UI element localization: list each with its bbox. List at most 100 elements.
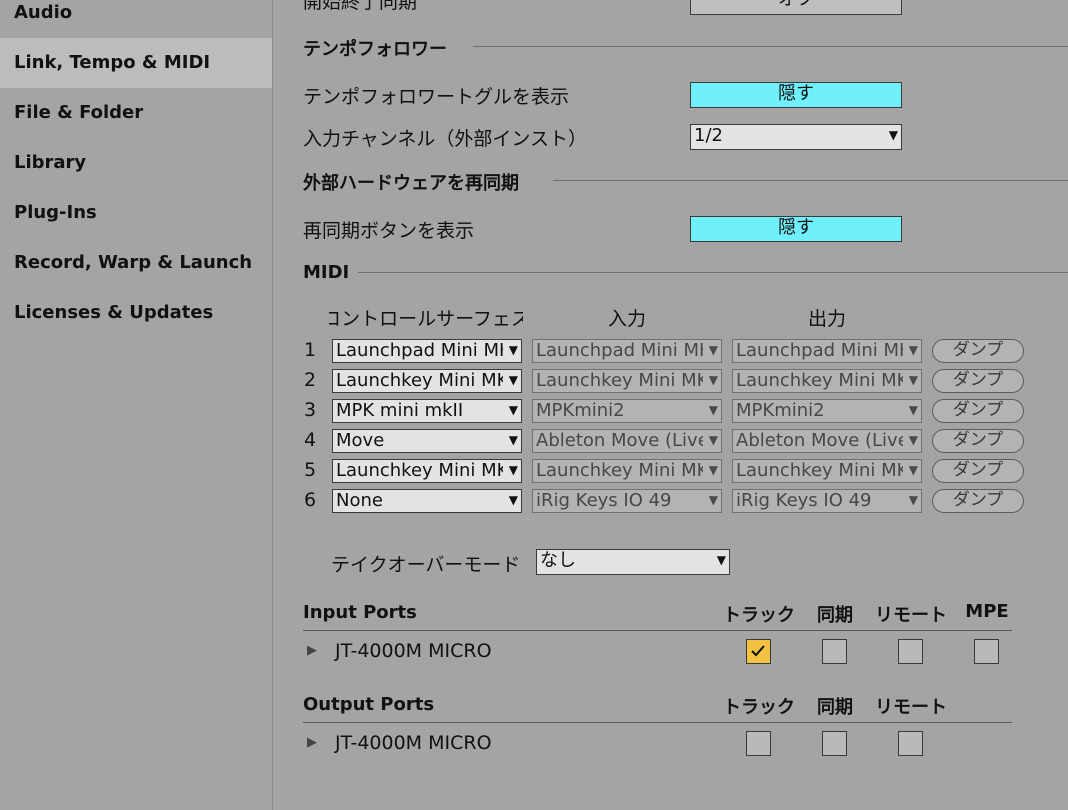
midi-input-select[interactable]: Launchkey Mini MK3 ▼ bbox=[532, 459, 722, 483]
midi-output-select[interactable]: MPKmini2 ▼ bbox=[732, 399, 922, 423]
input-remote-column-label: リモート bbox=[875, 605, 947, 626]
dump-button[interactable]: ダンプ bbox=[932, 339, 1024, 363]
section-divider bbox=[473, 46, 1068, 47]
chevron-down-icon: ▼ bbox=[708, 463, 718, 477]
expand-triangle-icon[interactable]: ▶ bbox=[307, 735, 317, 750]
preferences-main-panel: 開始終了同期 オフ テンポフォロワー テンポフォロワートグルを表示 隠す 入力チ… bbox=[273, 0, 1068, 810]
control-surface-select[interactable]: None ▼ bbox=[332, 489, 522, 513]
input-port-remote-checkbox[interactable] bbox=[898, 639, 923, 664]
input-channel-label: 入力チャンネル（外部インスト） bbox=[303, 128, 588, 150]
sidebar-item-plug-ins[interactable]: Plug-Ins bbox=[0, 188, 272, 238]
resync-section-title: 外部ハードウェアを再同期 bbox=[303, 173, 519, 194]
input-ports-divider bbox=[303, 630, 1012, 631]
midi-input-select[interactable]: Launchkey Mini MK3 ▼ bbox=[532, 369, 722, 393]
midi-output-select[interactable]: iRig Keys IO 49 ▼ bbox=[732, 489, 922, 513]
control-surface-select[interactable]: Launchkey Mini MK3 ▼ bbox=[332, 369, 522, 393]
takeover-mode-select[interactable]: なし ▼ bbox=[536, 549, 730, 575]
output-remote-column-label: リモート bbox=[875, 697, 947, 718]
midi-input-value: Launchkey Mini MK3 bbox=[536, 460, 703, 481]
control-surface-value: Move bbox=[336, 430, 385, 451]
sidebar-item-audio[interactable]: Audio bbox=[0, 0, 272, 38]
midi-section-title: MIDI bbox=[303, 262, 350, 283]
midi-output-column-header: 出力 bbox=[807, 308, 846, 330]
dump-button[interactable]: ダンプ bbox=[932, 489, 1024, 513]
output-port-track-checkbox[interactable] bbox=[746, 731, 771, 756]
resync-button-label: 再同期ボタンを表示 bbox=[303, 220, 475, 242]
output-ports-header: Output Ports bbox=[303, 694, 435, 715]
midi-output-select[interactable]: Ableton Move (Live) ▼ bbox=[732, 429, 922, 453]
midi-input-select[interactable]: MPKmini2 ▼ bbox=[532, 399, 722, 423]
takeover-mode-label: テイクオーバーモード bbox=[331, 554, 521, 576]
midi-output-select[interactable]: Launchkey Mini MK3 ▼ bbox=[732, 459, 922, 483]
control-surface-select[interactable]: Move ▼ bbox=[332, 429, 522, 453]
chevron-down-icon: ▼ bbox=[716, 553, 726, 567]
control-surface-select[interactable]: Launchpad Mini MK3 ▼ bbox=[332, 339, 522, 363]
midi-input-column-header: 入力 bbox=[607, 308, 646, 330]
midi-input-value: Launchkey Mini MK3 bbox=[536, 370, 703, 391]
input-port-mpe-checkbox[interactable] bbox=[974, 639, 999, 664]
control-surface-select[interactable]: Launchkey Mini MK3 ▼ bbox=[332, 459, 522, 483]
input-channel-select[interactable]: 1/2 ▼ bbox=[690, 124, 902, 150]
input-port-track-checkbox[interactable] bbox=[746, 639, 771, 664]
chevron-down-icon: ▼ bbox=[708, 403, 718, 417]
input-port-name: JT-4000M MICRO bbox=[335, 640, 492, 662]
midi-input-value: iRig Keys IO 49 bbox=[536, 490, 672, 511]
start-stop-sync-toggle[interactable]: オフ bbox=[690, 0, 902, 15]
dump-button[interactable]: ダンプ bbox=[932, 399, 1024, 423]
chevron-down-icon: ▼ bbox=[508, 433, 518, 447]
midi-input-select[interactable]: iRig Keys IO 49 ▼ bbox=[532, 489, 722, 513]
tempo-follower-section-title: テンポフォロワー bbox=[303, 39, 447, 60]
dump-button[interactable]: ダンプ bbox=[932, 429, 1024, 453]
midi-output-value: Launchkey Mini MK3 bbox=[736, 460, 903, 481]
chevron-down-icon: ▼ bbox=[508, 493, 518, 507]
takeover-mode-value: なし bbox=[540, 550, 576, 571]
start-stop-sync-label: 開始終了同期 bbox=[303, 0, 418, 13]
output-sync-column-label: 同期 bbox=[817, 697, 853, 718]
midi-output-select[interactable]: Launchpad Mini MK3 ▼ bbox=[732, 339, 922, 363]
dump-button[interactable]: ダンプ bbox=[932, 369, 1024, 393]
checkmark-icon bbox=[751, 645, 765, 657]
chevron-down-icon: ▼ bbox=[708, 493, 718, 507]
control-surface-column-header: コントロールサーフェス bbox=[329, 308, 523, 330]
section-divider bbox=[358, 272, 1068, 273]
output-ports-divider bbox=[303, 722, 1012, 723]
control-surface-select[interactable]: MPK mini mkII ▼ bbox=[332, 399, 522, 423]
row-number: 2 bbox=[303, 369, 317, 391]
midi-input-value: MPKmini2 bbox=[536, 400, 625, 421]
midi-output-value: Launchkey Mini MK3 bbox=[736, 370, 903, 391]
sidebar-item-licenses-updates[interactable]: Licenses & Updates bbox=[0, 288, 272, 338]
chevron-down-icon: ▼ bbox=[508, 373, 518, 387]
midi-output-select[interactable]: Launchkey Mini MK3 ▼ bbox=[732, 369, 922, 393]
input-port-sync-checkbox[interactable] bbox=[822, 639, 847, 664]
midi-input-select[interactable]: Launchpad Mini MK3 ▼ bbox=[532, 339, 722, 363]
control-surface-value: MPK mini mkII bbox=[336, 400, 464, 421]
sidebar-item-link-tempo-midi[interactable]: Link, Tempo & MIDI bbox=[0, 38, 272, 88]
row-number: 3 bbox=[303, 399, 317, 421]
expand-triangle-icon[interactable]: ▶ bbox=[307, 643, 317, 658]
sidebar-item-file-folder[interactable]: File & Folder bbox=[0, 88, 272, 138]
tempo-follower-toggle-button[interactable]: 隠す bbox=[690, 82, 902, 108]
control-surface-value: Launchkey Mini MK3 bbox=[336, 370, 503, 391]
row-number: 4 bbox=[303, 429, 317, 451]
chevron-down-icon: ▼ bbox=[708, 373, 718, 387]
chevron-down-icon: ▼ bbox=[508, 463, 518, 477]
chevron-down-icon: ▼ bbox=[508, 343, 518, 357]
chevron-down-icon: ▼ bbox=[508, 403, 518, 417]
chevron-down-icon: ▼ bbox=[908, 433, 918, 447]
row-number: 1 bbox=[303, 339, 317, 361]
midi-output-value: Ableton Move (Live) bbox=[736, 430, 903, 451]
midi-input-select[interactable]: Ableton Move (Live) ▼ bbox=[532, 429, 722, 453]
midi-output-value: MPKmini2 bbox=[736, 400, 825, 421]
control-surface-value: Launchpad Mini MK3 bbox=[336, 340, 503, 361]
output-port-sync-checkbox[interactable] bbox=[822, 731, 847, 756]
resync-button-toggle[interactable]: 隠す bbox=[690, 216, 902, 242]
output-port-remote-checkbox[interactable] bbox=[898, 731, 923, 756]
control-surface-value: None bbox=[336, 490, 383, 511]
row-number: 5 bbox=[303, 459, 317, 481]
chevron-down-icon: ▼ bbox=[908, 403, 918, 417]
chevron-down-icon: ▼ bbox=[908, 373, 918, 387]
sidebar-item-library[interactable]: Library bbox=[0, 138, 272, 188]
input-sync-column-label: 同期 bbox=[817, 605, 853, 626]
dump-button[interactable]: ダンプ bbox=[932, 459, 1024, 483]
sidebar-item-record-warp-launch[interactable]: Record, Warp & Launch bbox=[0, 238, 272, 288]
